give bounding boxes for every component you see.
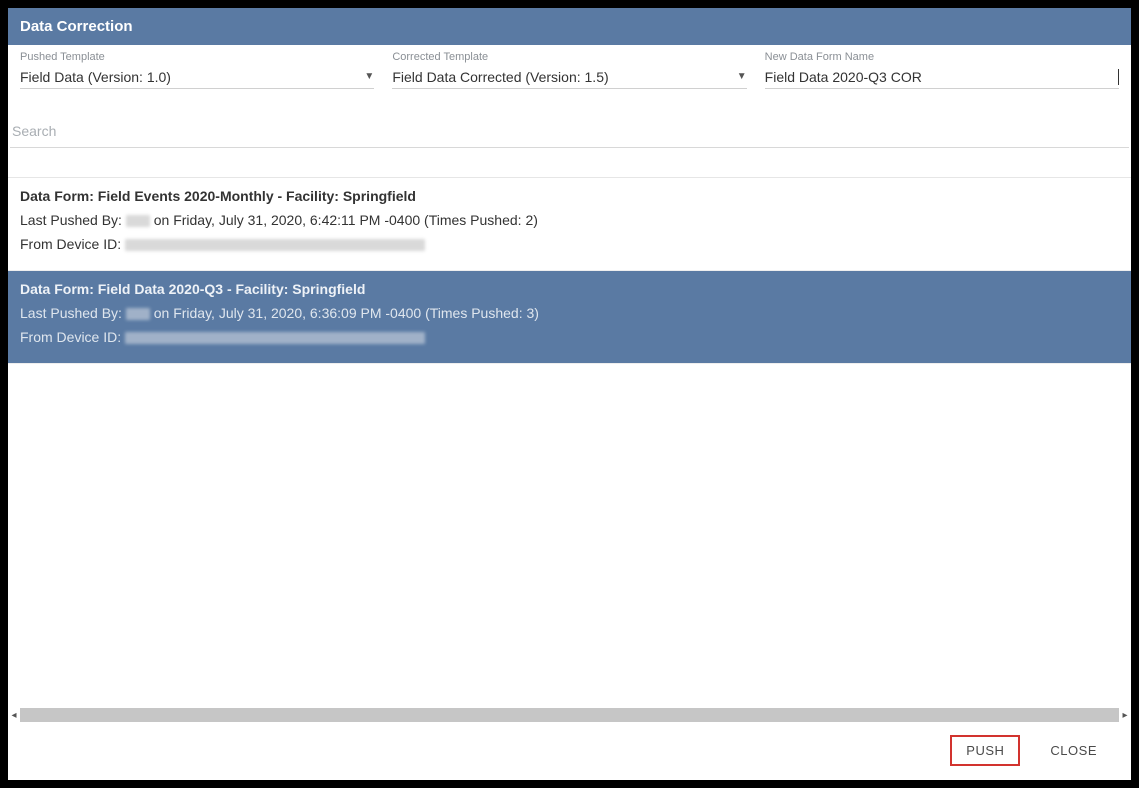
corrected-template-label: Corrected Template bbox=[392, 51, 746, 63]
filter-row: Pushed Template Field Data (Version: 1.0… bbox=[8, 45, 1131, 99]
pushed-template-field: Pushed Template Field Data (Version: 1.0… bbox=[20, 51, 374, 89]
list-item-pushed-suffix: on Friday, July 31, 2020, 6:42:11 PM -04… bbox=[150, 212, 538, 228]
chevron-down-icon: ▼ bbox=[737, 71, 747, 82]
redacted-text bbox=[125, 332, 425, 344]
redacted-text bbox=[126, 308, 150, 320]
dialog-footer: PUSH CLOSE bbox=[8, 723, 1131, 780]
list-item-pushed-prefix: Last Pushed By: bbox=[20, 305, 126, 321]
search-input[interactable] bbox=[10, 119, 1129, 143]
corrected-template-select[interactable]: Field Data Corrected (Version: 1.5) ▼ bbox=[392, 65, 746, 89]
redacted-text bbox=[126, 215, 150, 227]
scrollbar-track[interactable] bbox=[20, 708, 1119, 722]
horizontal-scrollbar[interactable]: ◂ ▸ bbox=[8, 707, 1131, 723]
list-header-gap bbox=[8, 148, 1131, 178]
new-data-form-name-value: Field Data 2020-Q3 COR bbox=[765, 67, 1118, 87]
pushed-template-select[interactable]: Field Data (Version: 1.0) ▼ bbox=[20, 65, 374, 89]
new-data-form-name-field: New Data Form Name Field Data 2020-Q3 CO… bbox=[765, 51, 1119, 89]
corrected-template-value: Field Data Corrected (Version: 1.5) bbox=[392, 67, 732, 87]
scroll-right-icon[interactable]: ▸ bbox=[1119, 710, 1131, 721]
list-item-device-prefix: From Device ID: bbox=[20, 236, 125, 252]
push-button[interactable]: PUSH bbox=[950, 735, 1020, 766]
new-data-form-name-label: New Data Form Name bbox=[765, 51, 1119, 63]
list-item-device: From Device ID: bbox=[20, 236, 1119, 252]
chevron-down-icon: ▼ bbox=[364, 71, 374, 82]
list-item-pushed-suffix: on Friday, July 31, 2020, 6:36:09 PM -04… bbox=[150, 305, 539, 321]
list-item[interactable]: Data Form: Field Data 2020-Q3 - Facility… bbox=[8, 271, 1131, 364]
list-item[interactable]: Data Form: Field Events 2020-Monthly - F… bbox=[8, 178, 1131, 271]
dialog-title: Data Correction bbox=[8, 8, 1131, 45]
pushed-template-label: Pushed Template bbox=[20, 51, 374, 63]
text-cursor-icon bbox=[1118, 69, 1119, 85]
corrected-template-field: Corrected Template Field Data Corrected … bbox=[392, 51, 746, 89]
list-item-title: Data Form: Field Data 2020-Q3 - Facility… bbox=[20, 281, 1119, 297]
list-item-device-prefix: From Device ID: bbox=[20, 329, 125, 345]
redacted-text bbox=[125, 239, 425, 251]
list-item-device: From Device ID: bbox=[20, 329, 1119, 345]
list-item-title: Data Form: Field Events 2020-Monthly - F… bbox=[20, 188, 1119, 204]
pushed-template-value: Field Data (Version: 1.0) bbox=[20, 67, 360, 87]
data-form-list: Data Form: Field Events 2020-Monthly - F… bbox=[8, 178, 1131, 723]
search-row bbox=[10, 99, 1129, 148]
scroll-left-icon[interactable]: ◂ bbox=[8, 710, 20, 721]
new-data-form-name-input-wrap[interactable]: Field Data 2020-Q3 COR bbox=[765, 65, 1119, 89]
dialog-frame: Data Correction Pushed Template Field Da… bbox=[8, 8, 1131, 780]
list-item-pushed: Last Pushed By: on Friday, July 31, 2020… bbox=[20, 305, 1119, 321]
list-item-pushed-prefix: Last Pushed By: bbox=[20, 212, 126, 228]
list-item-pushed: Last Pushed By: on Friday, July 31, 2020… bbox=[20, 212, 1119, 228]
close-button[interactable]: CLOSE bbox=[1036, 735, 1111, 766]
